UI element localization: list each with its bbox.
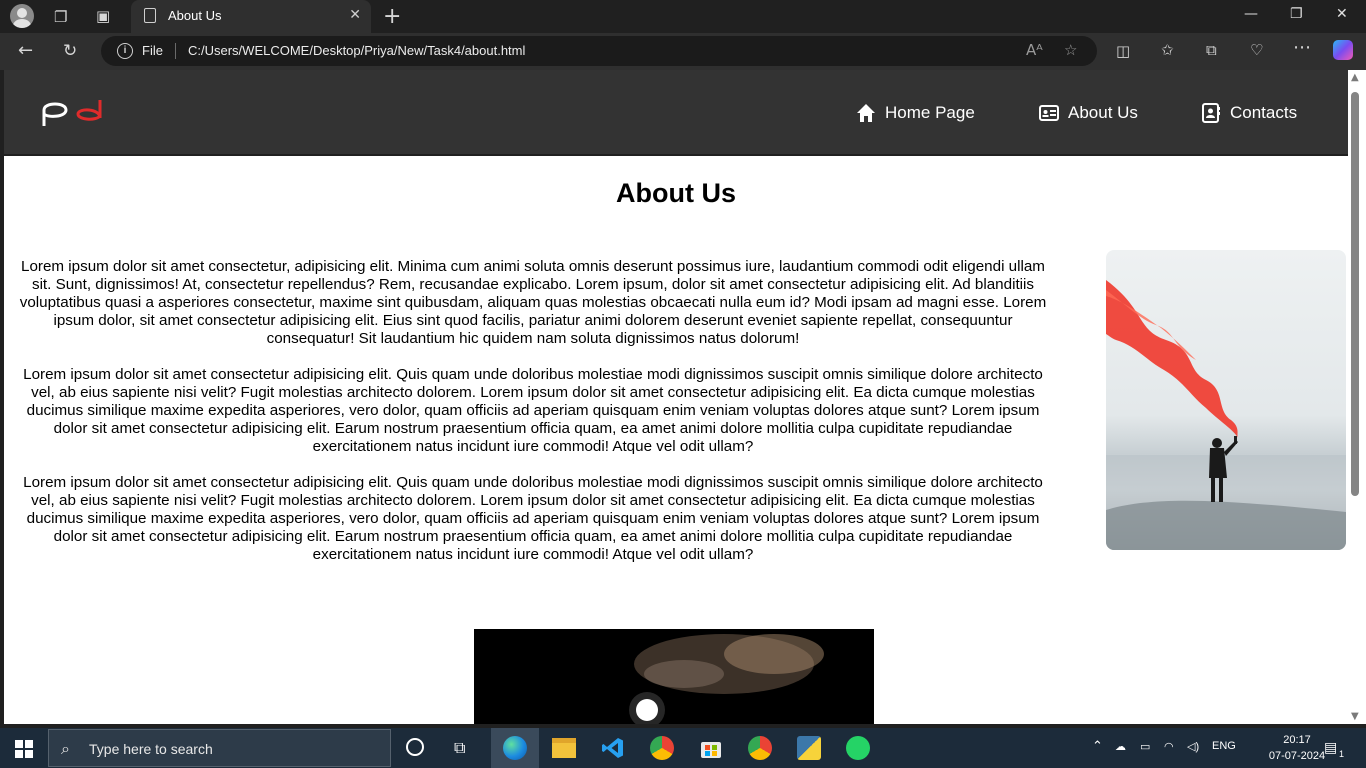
taskbar-store[interactable]: [687, 728, 735, 768]
taskbar-chrome-profile[interactable]: [736, 728, 784, 768]
python-icon: [797, 736, 821, 760]
notification-icon[interactable]: ▤: [1324, 739, 1337, 756]
address-omnibox[interactable]: i File C:/Users/WELCOME/Desktop/Priya/Ne…: [101, 36, 1097, 66]
notification-count: 1: [1339, 749, 1345, 759]
url-text[interactable]: C:/Users/WELCOME/Desktop/Priya/New/Task4…: [188, 43, 525, 58]
favorite-star-icon[interactable]: ☆: [1064, 41, 1077, 59]
scheme-label: File: [142, 43, 163, 58]
show-hidden-icons[interactable]: ⌃: [1092, 738, 1103, 754]
volume-icon[interactable]: ◁): [1187, 740, 1199, 753]
scroll-down-icon[interactable]: ▼: [1351, 711, 1359, 722]
taskbar-vscode[interactable]: [589, 728, 637, 768]
night-moon-photo: [474, 629, 874, 724]
site-navbar: Home Page About Us Contacts: [4, 70, 1348, 156]
vscode-icon: [602, 738, 623, 758]
workspaces-icon[interactable]: ❐: [54, 8, 67, 26]
moon-illustration: [629, 634, 824, 724]
chrome-icon: [650, 736, 674, 760]
scrollbar-thumb[interactable]: [1351, 92, 1359, 496]
taskbar-edge[interactable]: [491, 728, 539, 768]
chrome-profile-icon: [748, 736, 772, 760]
more-menu-icon[interactable]: ⋯: [1293, 39, 1311, 57]
omnibox-divider: [175, 43, 176, 59]
browser-essentials-icon[interactable]: ♡: [1250, 41, 1263, 59]
minimize-icon[interactable]: —: [1244, 6, 1258, 22]
store-icon: [701, 742, 721, 758]
page-viewport: Home Page About Us Contacts About Us Lor…: [4, 70, 1348, 724]
tab-title: About Us: [168, 8, 222, 23]
task-view-icon[interactable]: ⧉: [454, 738, 465, 758]
collections-icon[interactable]: ⧉: [1206, 41, 1217, 59]
taskbar-whatsapp[interactable]: [834, 728, 882, 768]
about-content: Lorem ipsum dolor sit amet consectetur, …: [18, 258, 1048, 582]
search-placeholder: Type here to search: [89, 741, 213, 757]
read-aloud-icon[interactable]: Aᴬ: [1026, 41, 1043, 59]
scroll-up-icon[interactable]: ▲: [1351, 72, 1359, 83]
info-icon[interactable]: i: [117, 43, 133, 59]
taskbar-search-box[interactable]: ⌕ Type here to search: [48, 729, 391, 767]
copilot-icon[interactable]: [1333, 40, 1353, 60]
smoke-flare-photo: [1106, 250, 1346, 550]
taskbar-chrome[interactable]: [638, 728, 686, 768]
id-card-icon: [1039, 105, 1059, 121]
nav-home-label: Home Page: [885, 103, 975, 122]
wifi-icon[interactable]: ◠: [1164, 740, 1174, 753]
page-icon: [144, 8, 156, 23]
close-tab-icon[interactable]: ✕: [349, 7, 361, 23]
favorites-icon[interactable]: ✩: [1161, 41, 1174, 59]
nav-contacts-label: Contacts: [1230, 103, 1298, 122]
browser-tab-bar: ❐ ▣ About Us ✕ + — ❐ ✕: [0, 0, 1366, 33]
photo-illustration: [1106, 280, 1346, 550]
page-title: About Us: [616, 178, 736, 208]
close-window-icon[interactable]: ✕: [1336, 6, 1348, 22]
page-scrollbar[interactable]: ▲ ▼: [1348, 70, 1366, 724]
battery-icon[interactable]: ▭: [1140, 740, 1150, 753]
home-icon: [857, 104, 875, 122]
taskbar-clock[interactable]: 20:17 07-07-2024: [1267, 732, 1327, 764]
nav-about-label: About Us: [1068, 103, 1138, 122]
onedrive-icon[interactable]: ☁: [1115, 740, 1126, 753]
taskbar-file-explorer[interactable]: [540, 728, 588, 768]
cortana-icon[interactable]: [406, 738, 424, 756]
clock-time: 20:17: [1283, 734, 1311, 746]
paragraph-3: Lorem ipsum dolor sit amet consectetur a…: [23, 474, 1043, 563]
nav-about-link[interactable]: About Us: [1039, 103, 1138, 123]
split-screen-icon[interactable]: ◫: [1116, 42, 1130, 60]
edge-icon: [503, 736, 527, 760]
whatsapp-icon: [846, 736, 870, 760]
tab-actions-icon[interactable]: ▣: [96, 7, 110, 25]
clock-date: 07-07-2024: [1268, 750, 1326, 762]
browser-tab-about-us[interactable]: About Us ✕: [131, 0, 371, 33]
browser-address-bar: ← ↻ i File C:/Users/WELCOME/Desktop/Priy…: [0, 33, 1366, 70]
taskbar-python[interactable]: [785, 728, 833, 768]
paragraph-1: Lorem ipsum dolor sit amet consectetur, …: [19, 258, 1047, 347]
search-icon: ⌕: [61, 739, 70, 758]
folder-icon: [552, 738, 576, 758]
paragraph-2: Lorem ipsum dolor sit amet consectetur a…: [23, 366, 1043, 455]
profile-avatar-icon[interactable]: [10, 4, 34, 28]
refresh-icon[interactable]: ↻: [63, 42, 77, 60]
nav-contacts-link[interactable]: Contacts: [1201, 103, 1297, 123]
windows-start-icon[interactable]: [15, 740, 33, 758]
language-indicator[interactable]: ENG: [1212, 740, 1236, 752]
restore-icon[interactable]: ❐: [1290, 6, 1303, 22]
site-logo[interactable]: [40, 96, 110, 128]
windows-taskbar: ⌕ Type here to search ⧉ ⌃ ☁ ▭ ◠ ◁) ENG 2…: [0, 728, 1366, 768]
back-icon[interactable]: ←: [18, 42, 33, 60]
new-tab-icon[interactable]: +: [383, 4, 401, 29]
contact-book-icon: [1202, 103, 1220, 123]
nav-home-link[interactable]: Home Page: [856, 103, 975, 123]
